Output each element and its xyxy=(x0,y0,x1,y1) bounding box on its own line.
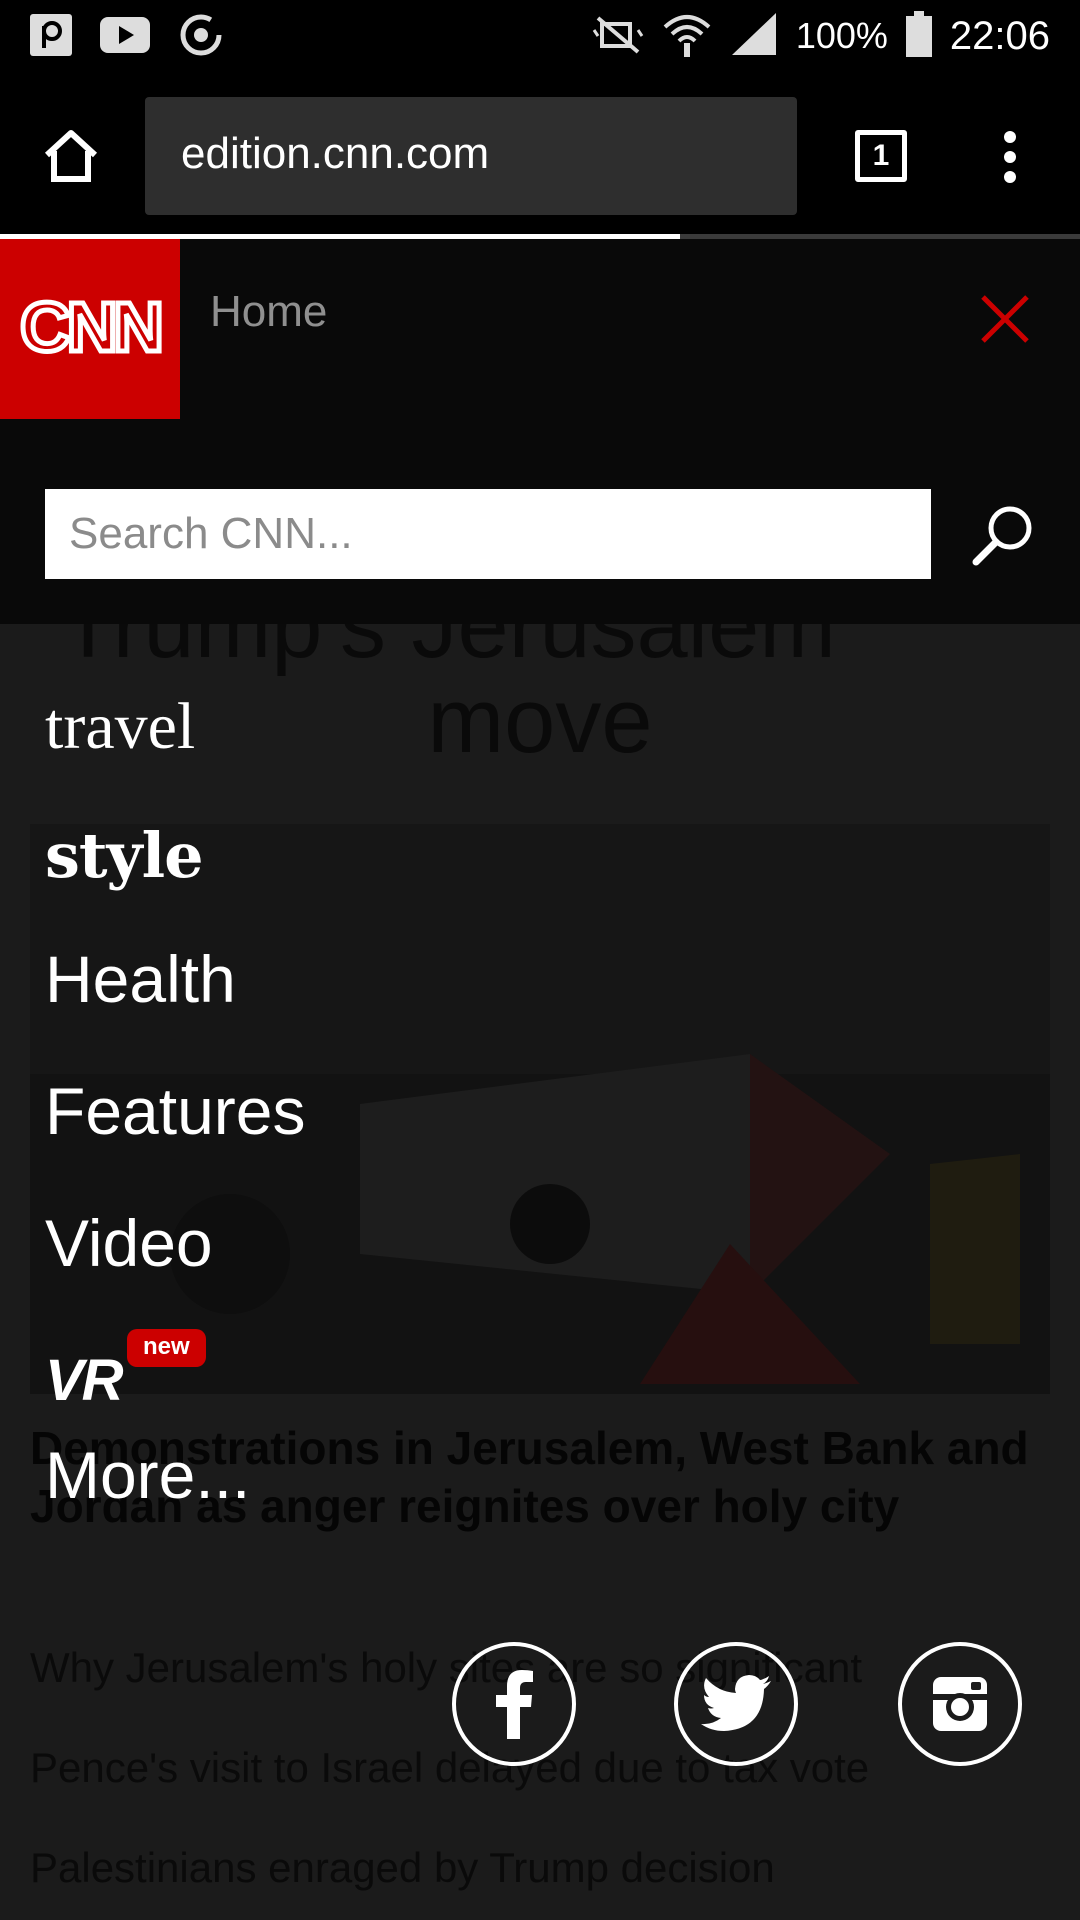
menu-item-features[interactable]: Features xyxy=(45,1073,305,1149)
menu-item-video[interactable]: Video xyxy=(45,1205,213,1281)
p-app-icon xyxy=(30,14,72,61)
web-page: Trump's Jerusalem move Demonstrations in… xyxy=(0,239,1080,1920)
menu-item-style[interactable]: style xyxy=(45,819,204,892)
search-icon[interactable] xyxy=(970,501,1038,569)
battery-icon xyxy=(905,10,932,62)
home-icon[interactable] xyxy=(42,129,100,188)
tab-count: 1 xyxy=(872,139,890,172)
new-badge: new xyxy=(127,1329,206,1367)
menu-item-vr[interactable]: VR new xyxy=(45,1329,206,1414)
related-link[interactable]: Palestinians enraged by Trump decision xyxy=(30,1844,775,1892)
cnn-header: CNN Home xyxy=(0,239,1080,624)
clock: 22:06 xyxy=(949,13,1050,58)
facebook-button[interactable] xyxy=(452,1642,576,1766)
address-bar[interactable]: edition.cnn.com xyxy=(145,97,797,215)
status-bar: 100% 22:06 xyxy=(0,0,1080,75)
mute-icon xyxy=(592,14,644,59)
cnn-logo[interactable]: CNN xyxy=(0,239,180,419)
vr-label: VR xyxy=(45,1348,124,1413)
home-link[interactable]: Home xyxy=(210,287,327,337)
wifi-icon xyxy=(662,9,712,64)
browser-toolbar: edition.cnn.com 1 xyxy=(0,75,1080,237)
svg-text:CNN: CNN xyxy=(20,288,160,366)
menu-item-more[interactable]: More... xyxy=(45,1437,250,1513)
tabs-button[interactable]: 1 xyxy=(855,130,907,182)
sync-icon xyxy=(178,12,224,63)
close-icon[interactable] xyxy=(975,289,1035,349)
menu-item-travel[interactable]: travel xyxy=(45,689,195,765)
twitter-button[interactable] xyxy=(674,1642,798,1766)
youtube-icon xyxy=(100,17,150,58)
signal-icon xyxy=(730,11,778,62)
menu-item-health[interactable]: Health xyxy=(45,941,236,1017)
url-text: edition.cnn.com xyxy=(181,129,490,178)
instagram-button[interactable] xyxy=(898,1642,1022,1766)
search-input[interactable] xyxy=(45,489,931,579)
overflow-menu-icon[interactable] xyxy=(1000,130,1020,189)
battery-percent: 100% xyxy=(795,15,888,56)
